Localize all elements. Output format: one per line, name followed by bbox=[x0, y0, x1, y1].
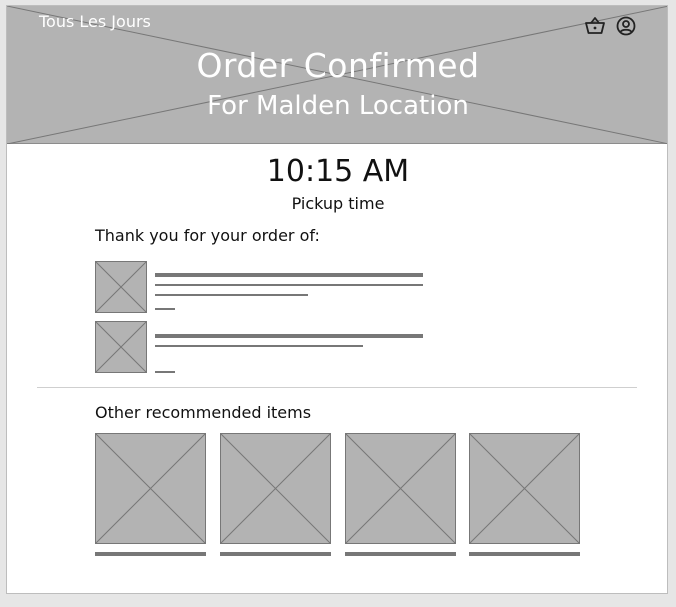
recommended-item-label-placeholder bbox=[345, 552, 456, 556]
item-detail-placeholder bbox=[155, 284, 423, 286]
recommended-item-label-placeholder bbox=[220, 552, 331, 556]
page-title: Order Confirmed bbox=[196, 46, 480, 85]
recommended-image-placeholder bbox=[220, 433, 331, 544]
section-divider bbox=[37, 387, 637, 388]
recommended-item-label-placeholder bbox=[95, 552, 206, 556]
location-subtitle: For Malden Location bbox=[207, 91, 469, 121]
pickup-time-value: 10:15 AM bbox=[266, 154, 410, 189]
recommended-image-placeholder bbox=[469, 433, 580, 544]
item-title-placeholder bbox=[155, 334, 423, 338]
order-item-image-placeholder bbox=[95, 321, 147, 373]
recommended-item[interactable] bbox=[220, 433, 331, 557]
recommended-item[interactable] bbox=[345, 433, 456, 557]
pickup-time-label: Pickup time bbox=[291, 194, 385, 213]
item-price-placeholder bbox=[155, 308, 175, 310]
order-item-image-placeholder bbox=[95, 261, 147, 313]
user-account-icon[interactable] bbox=[615, 15, 637, 37]
item-detail-placeholder bbox=[155, 294, 308, 296]
basket-icon[interactable] bbox=[584, 15, 606, 37]
item-price-placeholder bbox=[155, 371, 175, 373]
recommended-item[interactable] bbox=[469, 433, 580, 557]
item-title-placeholder bbox=[155, 273, 423, 277]
recommended-image-placeholder bbox=[95, 433, 206, 544]
item-detail-placeholder bbox=[155, 345, 363, 347]
hero-banner: Tous Les Jours Order Confirmed For Malde… bbox=[7, 6, 667, 144]
order-intro: Thank you for your order of: bbox=[95, 226, 320, 245]
app-frame: Tous Les Jours Order Confirmed For Malde… bbox=[6, 5, 668, 594]
recommended-item[interactable] bbox=[95, 433, 206, 557]
recommended-image-placeholder bbox=[345, 433, 456, 544]
recommended-heading: Other recommended items bbox=[95, 403, 312, 422]
brand-name[interactable]: Tous Les Jours bbox=[39, 12, 151, 31]
recommended-item-label-placeholder bbox=[469, 552, 580, 556]
